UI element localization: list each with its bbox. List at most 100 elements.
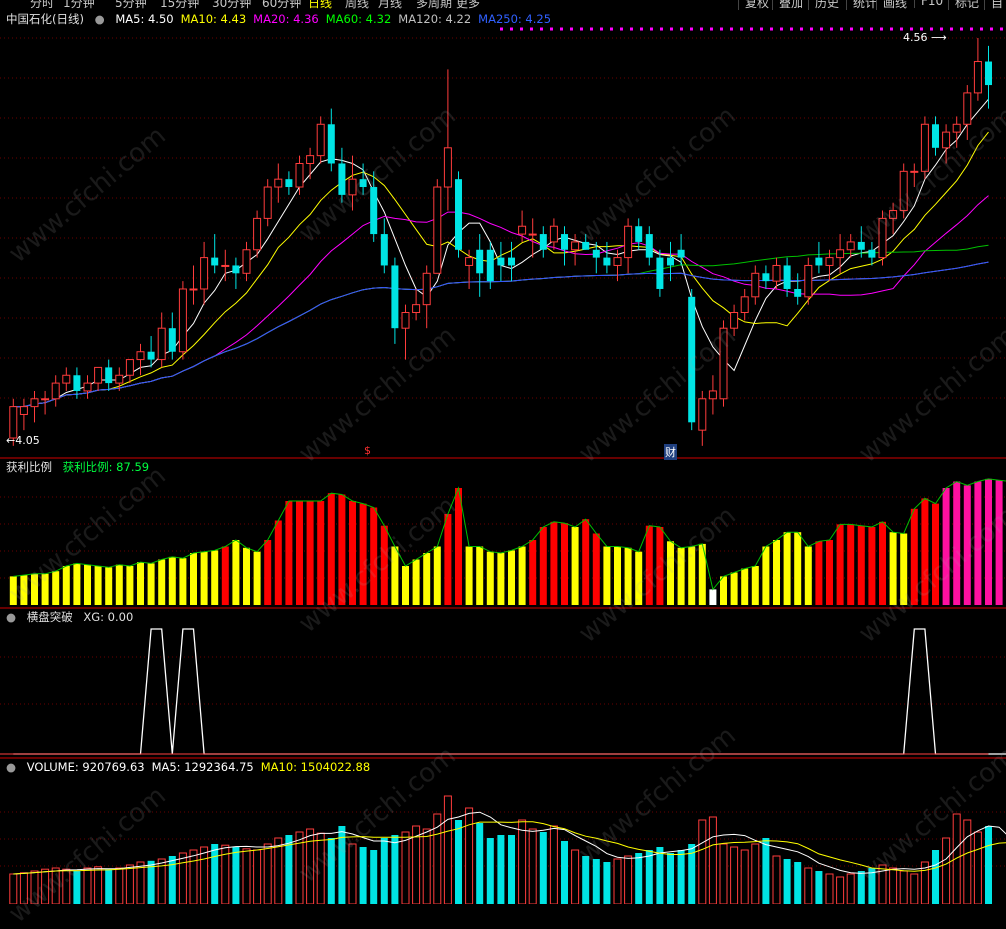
profit-bar bbox=[179, 558, 187, 605]
candle bbox=[157, 312, 166, 368]
toolbar-button-6[interactable]: 标记 bbox=[948, 0, 985, 10]
candle-body bbox=[497, 257, 505, 266]
profit-bar bbox=[826, 540, 833, 605]
volume-bar bbox=[422, 828, 431, 904]
candle-body bbox=[825, 257, 834, 266]
profit-bar bbox=[264, 540, 272, 605]
profit-bar bbox=[168, 556, 176, 605]
profit-bar bbox=[868, 527, 876, 605]
candle-body bbox=[518, 225, 527, 235]
toolbar-button-4[interactable]: 画线 bbox=[876, 0, 913, 10]
volume-bar bbox=[486, 838, 494, 904]
volume-bar bbox=[455, 820, 462, 904]
timeframe-tab-2[interactable]: 5分钟 bbox=[115, 0, 147, 10]
profit-bar bbox=[158, 559, 166, 605]
candle bbox=[263, 179, 272, 227]
toolbar-button-5[interactable]: F10 bbox=[914, 0, 949, 8]
candle-body bbox=[115, 374, 124, 384]
profit-bar bbox=[857, 525, 865, 605]
candle-body bbox=[932, 124, 939, 148]
candle-body bbox=[62, 374, 71, 384]
candle-body bbox=[200, 257, 209, 290]
xg-panel-title[interactable]: 横盘突破 bbox=[27, 610, 73, 624]
candle-body bbox=[391, 265, 399, 329]
profit-bar bbox=[836, 524, 844, 605]
low-price-label: ←4.05 bbox=[6, 434, 40, 447]
candle bbox=[656, 249, 664, 297]
volume-bar bbox=[200, 846, 209, 904]
candle-body bbox=[316, 123, 325, 157]
volume-bar bbox=[539, 832, 547, 904]
volume-bar bbox=[253, 849, 262, 904]
profit-panel-title[interactable]: 获利比例 bbox=[6, 460, 52, 474]
candle bbox=[751, 265, 760, 305]
volume-bar bbox=[476, 823, 484, 904]
volume-bar bbox=[698, 819, 707, 904]
candle-body bbox=[783, 265, 791, 289]
volume-bar bbox=[730, 846, 739, 904]
timeframe-tab-4[interactable]: 30分钟 bbox=[212, 0, 251, 10]
volume-bar bbox=[910, 873, 919, 904]
profit-bar bbox=[476, 546, 484, 605]
candle-body bbox=[486, 249, 494, 282]
volume-label-1: MA5: 1292364.75 bbox=[151, 760, 254, 774]
dividend-marker[interactable]: $ bbox=[364, 444, 371, 457]
volume-bar bbox=[508, 835, 515, 904]
volume-bar bbox=[115, 867, 124, 904]
toolbar-button-0[interactable]: 复权 bbox=[738, 0, 775, 10]
candle-body bbox=[73, 375, 81, 391]
profit-bar bbox=[137, 562, 144, 605]
timeframe-tab-5[interactable]: 60分钟 bbox=[262, 0, 301, 10]
timeframe-tab-0[interactable]: 分时 bbox=[30, 0, 54, 10]
toolbar-button-2[interactable]: 历史 bbox=[808, 0, 845, 10]
volume-bar bbox=[561, 841, 568, 904]
candle-body bbox=[51, 382, 60, 400]
profit-bar bbox=[773, 540, 780, 605]
timeframe-tab-10[interactable]: 更多 bbox=[456, 0, 480, 10]
candle-body bbox=[443, 147, 452, 188]
timeframe-tab-6[interactable]: 日线 bbox=[308, 0, 332, 10]
candle-body bbox=[635, 226, 643, 242]
volume-bar bbox=[380, 838, 388, 904]
profit-bar bbox=[115, 564, 123, 605]
candle bbox=[242, 241, 251, 282]
volume-bar bbox=[794, 862, 802, 904]
candle-body bbox=[476, 249, 484, 274]
candle-body bbox=[645, 234, 653, 258]
timeframe-tab-9[interactable]: 多周期 bbox=[416, 0, 452, 10]
volume-bar bbox=[836, 876, 845, 904]
candle bbox=[443, 69, 452, 211]
profit-bar bbox=[296, 501, 303, 605]
timeframe-tab-1[interactable]: 1分钟 bbox=[63, 0, 95, 10]
candle bbox=[94, 366, 103, 391]
timeframe-tab-3[interactable]: 15分钟 bbox=[160, 0, 199, 10]
profit-bar bbox=[847, 524, 855, 605]
ma-label-5: MA250: 4.25 bbox=[478, 12, 552, 26]
candle bbox=[19, 398, 28, 431]
volume-bar bbox=[772, 855, 781, 904]
volume-bar bbox=[125, 864, 134, 904]
candle-body bbox=[952, 123, 961, 133]
timeframe-tab-7[interactable]: 周线 bbox=[345, 0, 369, 10]
ma-label-3: MA60: 4.32 bbox=[325, 12, 392, 26]
profit-bar bbox=[709, 589, 717, 605]
profit-bar bbox=[794, 532, 802, 605]
stock-title[interactable]: 中国石化(日线) bbox=[6, 12, 84, 26]
volume-settings-icon[interactable]: ● bbox=[6, 760, 16, 774]
financial-report-marker[interactable]: 财 bbox=[664, 444, 677, 460]
profit-bar bbox=[200, 551, 208, 605]
profit-panel-header: 获利比例 获利比例: 87.59 bbox=[6, 460, 156, 474]
xg-settings-icon[interactable]: ● bbox=[6, 610, 16, 624]
candle-body bbox=[528, 233, 537, 236]
toolbar-button-1[interactable]: 叠加 bbox=[772, 0, 809, 10]
candle-body bbox=[772, 264, 781, 282]
candle-body bbox=[433, 186, 442, 274]
volume-bar bbox=[211, 844, 219, 904]
volume-bar bbox=[528, 828, 537, 904]
volume-bar bbox=[635, 853, 643, 904]
timeframe-tab-8[interactable]: 月线 bbox=[378, 0, 402, 10]
toolbar-button-7[interactable]: 自 bbox=[984, 0, 1006, 10]
profit-bar bbox=[147, 563, 155, 605]
timeframe-toolbar: 分时 1分钟 5分钟 15分钟 30分钟 60分钟 日线 周线 月线 多周期 更多 复权 叠加 历史 统计… bbox=[0, 0, 1006, 10]
settings-icon[interactable]: ● bbox=[95, 12, 105, 26]
